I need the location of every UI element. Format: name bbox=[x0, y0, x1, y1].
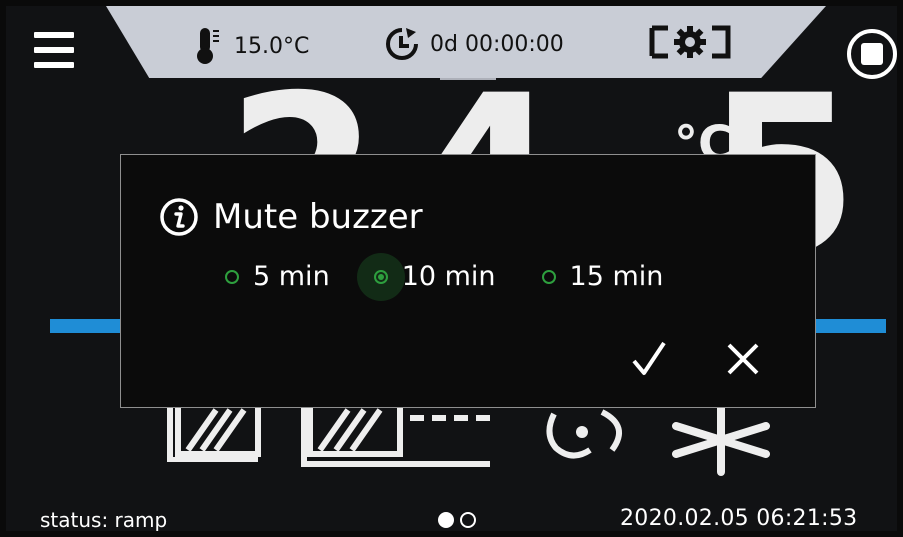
cancel-button[interactable] bbox=[725, 339, 761, 379]
date-time: 2020.02.05 06:21:53 bbox=[620, 506, 858, 531]
option-label: 5 min bbox=[253, 261, 330, 292]
option-15-min[interactable]: 15 min bbox=[541, 261, 664, 292]
mute-duration-options: 5 min 10 min 15 min bbox=[225, 261, 663, 292]
screen: 15.0°C 0d 00:00:00 °C Mute buzzer 5 min … bbox=[6, 6, 897, 531]
option-label: 10 min bbox=[401, 261, 496, 292]
confirm-button[interactable] bbox=[631, 339, 667, 379]
radio-15-min[interactable] bbox=[541, 269, 556, 284]
page-dot-inactive[interactable] bbox=[460, 512, 476, 528]
heater-icon bbox=[167, 402, 261, 462]
option-5-min[interactable]: 5 min bbox=[225, 261, 330, 292]
menu-icon[interactable] bbox=[34, 30, 74, 72]
page-dot-active[interactable] bbox=[438, 512, 454, 528]
info-icon bbox=[160, 198, 198, 236]
status-text: status: ramp bbox=[40, 508, 168, 531]
mute-buzzer-dialog: Mute buzzer 5 min 10 min 15 min bbox=[120, 154, 816, 408]
radio-10-min[interactable] bbox=[373, 269, 388, 284]
dialog-title: Mute buzzer bbox=[159, 197, 423, 237]
fan-icon bbox=[546, 409, 623, 459]
temperature-bar-right bbox=[816, 319, 886, 333]
dialog-title-text: Mute buzzer bbox=[213, 197, 423, 237]
temperature-bar-left bbox=[50, 319, 122, 333]
option-10-min[interactable]: 10 min bbox=[373, 261, 496, 292]
close-icon bbox=[727, 343, 759, 375]
check-icon bbox=[632, 341, 666, 375]
thermometer-icon bbox=[197, 28, 219, 64]
option-label: 15 min bbox=[569, 261, 664, 292]
radio-5-min[interactable] bbox=[225, 269, 239, 284]
page-indicator[interactable] bbox=[438, 512, 476, 528]
heater-door-icon bbox=[301, 402, 490, 467]
cooling-snowflake-icon bbox=[672, 404, 770, 476]
